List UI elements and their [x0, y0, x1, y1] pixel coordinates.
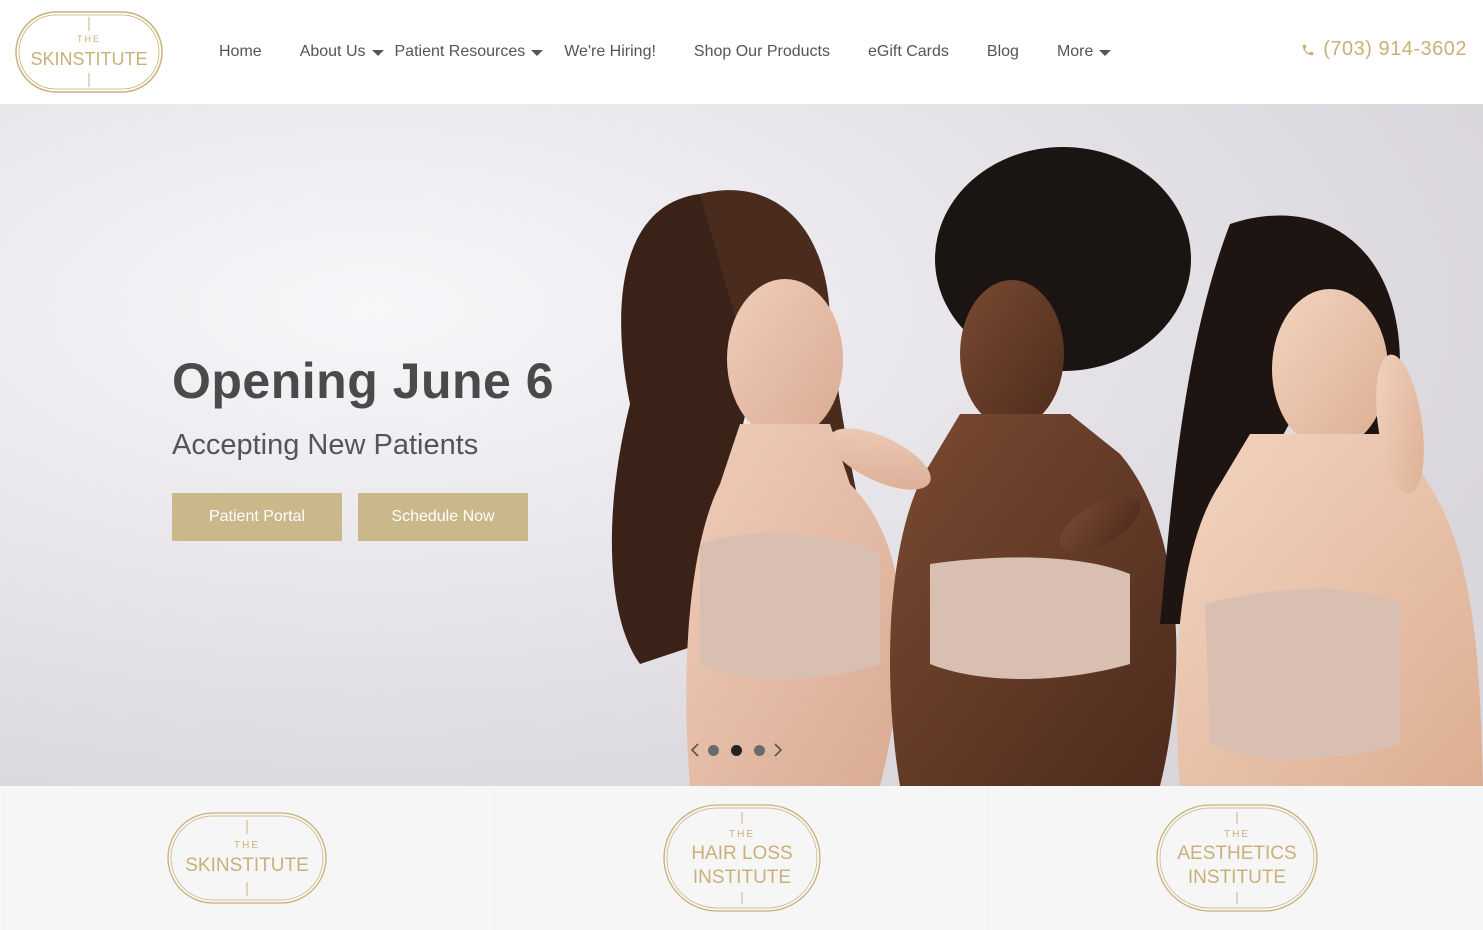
- phone-icon: [1302, 44, 1314, 55]
- svg-text:THE: THE: [77, 34, 101, 44]
- svg-text:SKINSTITUTE: SKINSTITUTE: [186, 855, 310, 876]
- svg-text:INSTITUTE: INSTITUTE: [693, 867, 791, 888]
- caret-down-icon: [531, 50, 544, 56]
- slider-dot[interactable]: [754, 744, 765, 756]
- institute-logos: THE SKINSTITUTE THE HAIR LOSS INSTITUTE …: [0, 786, 1483, 930]
- aesthetics-institute-tile[interactable]: THE AESTHETICS INSTITUTE: [989, 786, 1483, 930]
- slider-dot[interactable]: [708, 744, 719, 756]
- hair-loss-institute-badge: THE HAIR LOSS INSTITUTE: [663, 804, 821, 912]
- nav-egift-cards[interactable]: eGift Cards: [868, 43, 949, 61]
- nav-blog[interactable]: Blog: [987, 43, 1019, 61]
- hair-loss-institute-tile[interactable]: THE HAIR LOSS INSTITUTE: [494, 786, 990, 930]
- caret-down-icon: [1099, 50, 1112, 56]
- nav-more-label: More: [1056, 43, 1094, 60]
- slider-controls: [688, 742, 785, 758]
- svg-text:THE: THE: [1224, 829, 1250, 840]
- main-nav: Home About Us Patient Resources We're Hi…: [219, 38, 1112, 66]
- skinstitute-logo[interactable]: THE SKINSTITUTE: [15, 11, 163, 93]
- nav-blog-label: Blog: [986, 43, 1019, 60]
- nav-about-us[interactable]: About Us: [300, 43, 384, 61]
- svg-text:INSTITUTE: INSTITUTE: [1188, 867, 1286, 888]
- schedule-now-button[interactable]: Schedule Now: [358, 493, 528, 541]
- chevron-left-icon[interactable]: [688, 742, 702, 758]
- nav-shop-products[interactable]: Shop Our Products: [694, 43, 830, 61]
- patient-portal-button[interactable]: Patient Portal: [172, 493, 342, 541]
- nav-egift-cards-label: eGift Cards: [867, 43, 949, 60]
- svg-text:THE: THE: [729, 829, 755, 840]
- nav-home[interactable]: Home: [219, 43, 262, 61]
- chevron-right-icon[interactable]: [771, 742, 785, 758]
- svg-text:THE: THE: [234, 840, 260, 851]
- caret-down-icon: [371, 50, 384, 56]
- skinstitute-tile[interactable]: THE SKINSTITUTE: [0, 786, 495, 930]
- hero-title: Opening June 6: [172, 353, 555, 409]
- svg-text:HAIR LOSS: HAIR LOSS: [691, 843, 792, 864]
- svg-text:SKINSTITUTE: SKINSTITUTE: [30, 49, 147, 69]
- nav-home-label: Home: [219, 43, 262, 60]
- nav-patient-resources-label: Patient Resources: [394, 43, 526, 60]
- phone-link[interactable]: (703) 914-3602: [1301, 38, 1467, 61]
- phone-number: (703) 914-3602: [1323, 38, 1467, 60]
- nav-patient-resources[interactable]: Patient Resources: [395, 43, 544, 61]
- nav-about-us-label: About Us: [299, 43, 366, 60]
- nav-shop-products-label: Shop Our Products: [693, 43, 830, 60]
- nav-more[interactable]: More: [1056, 43, 1112, 61]
- svg-text:AESTHETICS: AESTHETICS: [1177, 843, 1296, 864]
- hero-slider: Opening June 6 Accepting New Patients Pa…: [0, 104, 1483, 786]
- nav-hiring[interactable]: We're Hiring!: [564, 43, 656, 61]
- slider-dot-active[interactable]: [731, 744, 742, 756]
- site-header: THE SKINSTITUTE Home About Us Patient Re…: [0, 0, 1483, 104]
- aesthetics-institute-badge: THE AESTHETICS INSTITUTE: [1156, 804, 1318, 912]
- skinstitute-badge: THE SKINSTITUTE: [167, 812, 327, 904]
- hero-subtitle: Accepting New Patients: [172, 429, 479, 461]
- nav-hiring-label: We're Hiring!: [564, 43, 656, 60]
